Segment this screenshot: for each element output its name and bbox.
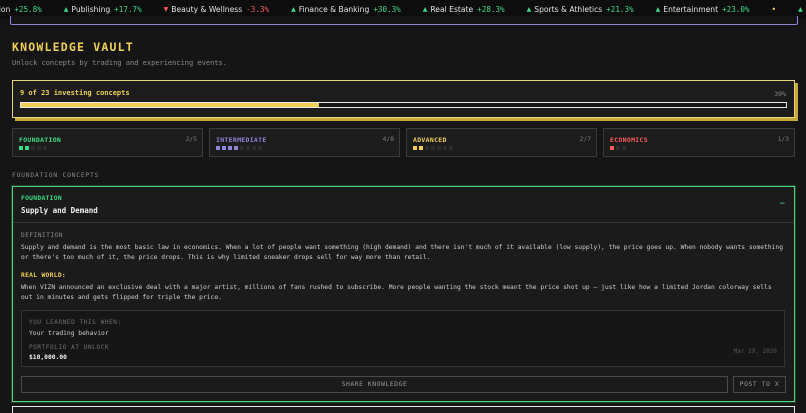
tier-progress-dots bbox=[19, 146, 47, 150]
concept-name: Supply and Demand bbox=[21, 206, 98, 215]
dot-filled-icon bbox=[413, 146, 417, 150]
concept-card[interactable]: FOUNDATION Supply and Demand − DEFINITIO… bbox=[12, 186, 795, 402]
dot-filled-icon bbox=[610, 146, 614, 150]
learned-value: Your trading behavior bbox=[29, 330, 109, 337]
dot-filled-icon bbox=[222, 146, 226, 150]
dot-empty-icon bbox=[252, 146, 256, 150]
ticker-name: shion bbox=[0, 5, 11, 14]
dot-filled-icon bbox=[19, 146, 23, 150]
portfolio-label: PORTFOLIO AT UNLOCK bbox=[29, 344, 110, 351]
dot-empty-icon bbox=[43, 146, 47, 150]
tier-progress-dots bbox=[216, 146, 262, 150]
page-title: KNOWLEDGE VAULT bbox=[12, 40, 134, 54]
tier-advanced[interactable]: ADVANCED 2/7 bbox=[406, 128, 597, 157]
dot-empty-icon bbox=[616, 146, 620, 150]
tier-name: ADVANCED bbox=[413, 136, 447, 144]
tier-name: FOUNDATION bbox=[19, 136, 62, 144]
dot-empty-icon bbox=[258, 146, 262, 150]
dot-empty-icon bbox=[425, 146, 429, 150]
tier-intermediate[interactable]: INTERMEDIATE 4/8 bbox=[209, 128, 400, 157]
unlock-date: Mar 29, 2026 bbox=[733, 348, 777, 355]
dot-empty-icon bbox=[443, 146, 447, 150]
tier-count: 2/7 bbox=[579, 136, 591, 143]
tier-count: 4/8 bbox=[382, 136, 394, 143]
progress-bar-fill bbox=[21, 103, 320, 107]
tier-summary: FOUNDATION 2/5 INTERMEDIATE 4/8 ADVANCED 2/7 E… bbox=[12, 128, 795, 157]
learned-box: YOU LEARNED THIS WHEN: Your trading beha… bbox=[21, 310, 785, 367]
learned-label: YOU LEARNED THIS WHEN: bbox=[29, 319, 122, 326]
arrow-up-icon: ▲ bbox=[798, 6, 803, 13]
tier-count: 1/3 bbox=[777, 136, 789, 143]
dot-empty-icon bbox=[31, 146, 35, 150]
definition-label: DEFINITION bbox=[21, 232, 64, 239]
tier-progress-dots bbox=[413, 146, 453, 150]
dot-empty-icon bbox=[37, 146, 41, 150]
page-subtitle: Unlock concepts by trading and experienc… bbox=[12, 59, 227, 67]
dot-empty-icon bbox=[240, 146, 244, 150]
concept-tier: FOUNDATION bbox=[21, 195, 62, 202]
share-knowledge-button[interactable]: SHARE KNOWLEDGE bbox=[21, 376, 728, 393]
dot-filled-icon bbox=[419, 146, 423, 150]
next-concept-card[interactable] bbox=[12, 406, 795, 413]
divider bbox=[13, 222, 794, 223]
dot-filled-icon bbox=[216, 146, 220, 150]
dot-filled-icon bbox=[228, 146, 232, 150]
definition-text: Supply and demand is the most basic law … bbox=[21, 244, 784, 261]
section-label: FOUNDATION CONCEPTS bbox=[12, 172, 100, 179]
tier-foundation[interactable]: FOUNDATION 2/5 bbox=[12, 128, 203, 157]
progress-bar bbox=[20, 102, 787, 108]
ticker-frame bbox=[10, 16, 798, 25]
dot-empty-icon bbox=[449, 146, 453, 150]
dot-empty-icon bbox=[622, 146, 626, 150]
portfolio-value: $10,000.00 bbox=[29, 354, 67, 361]
ticker-item: ▲Med bbox=[798, 0, 806, 19]
progress-card: 9 of 23 investing concepts 39% bbox=[12, 80, 795, 118]
tier-progress-dots bbox=[610, 146, 626, 150]
dot-empty-icon bbox=[437, 146, 441, 150]
real-world-text: When VIZN announced an exclusive deal wi… bbox=[21, 284, 772, 301]
real-world-label: REAL WORLD: bbox=[21, 272, 67, 279]
tier-economics[interactable]: ECONOMICS 1/3 bbox=[603, 128, 795, 157]
dot-filled-icon bbox=[25, 146, 29, 150]
progress-percent: 39% bbox=[774, 90, 786, 98]
tier-name: INTERMEDIATE bbox=[216, 136, 267, 144]
dot-empty-icon bbox=[431, 146, 435, 150]
dot-filled-icon bbox=[234, 146, 238, 150]
post-to-x-button[interactable]: POST TO X bbox=[733, 376, 786, 393]
dot-empty-icon bbox=[246, 146, 250, 150]
tier-count: 2/5 bbox=[185, 136, 197, 143]
progress-label: 9 of 23 investing concepts bbox=[20, 89, 130, 97]
tier-name: ECONOMICS bbox=[610, 136, 648, 144]
collapse-icon[interactable]: − bbox=[780, 199, 785, 209]
